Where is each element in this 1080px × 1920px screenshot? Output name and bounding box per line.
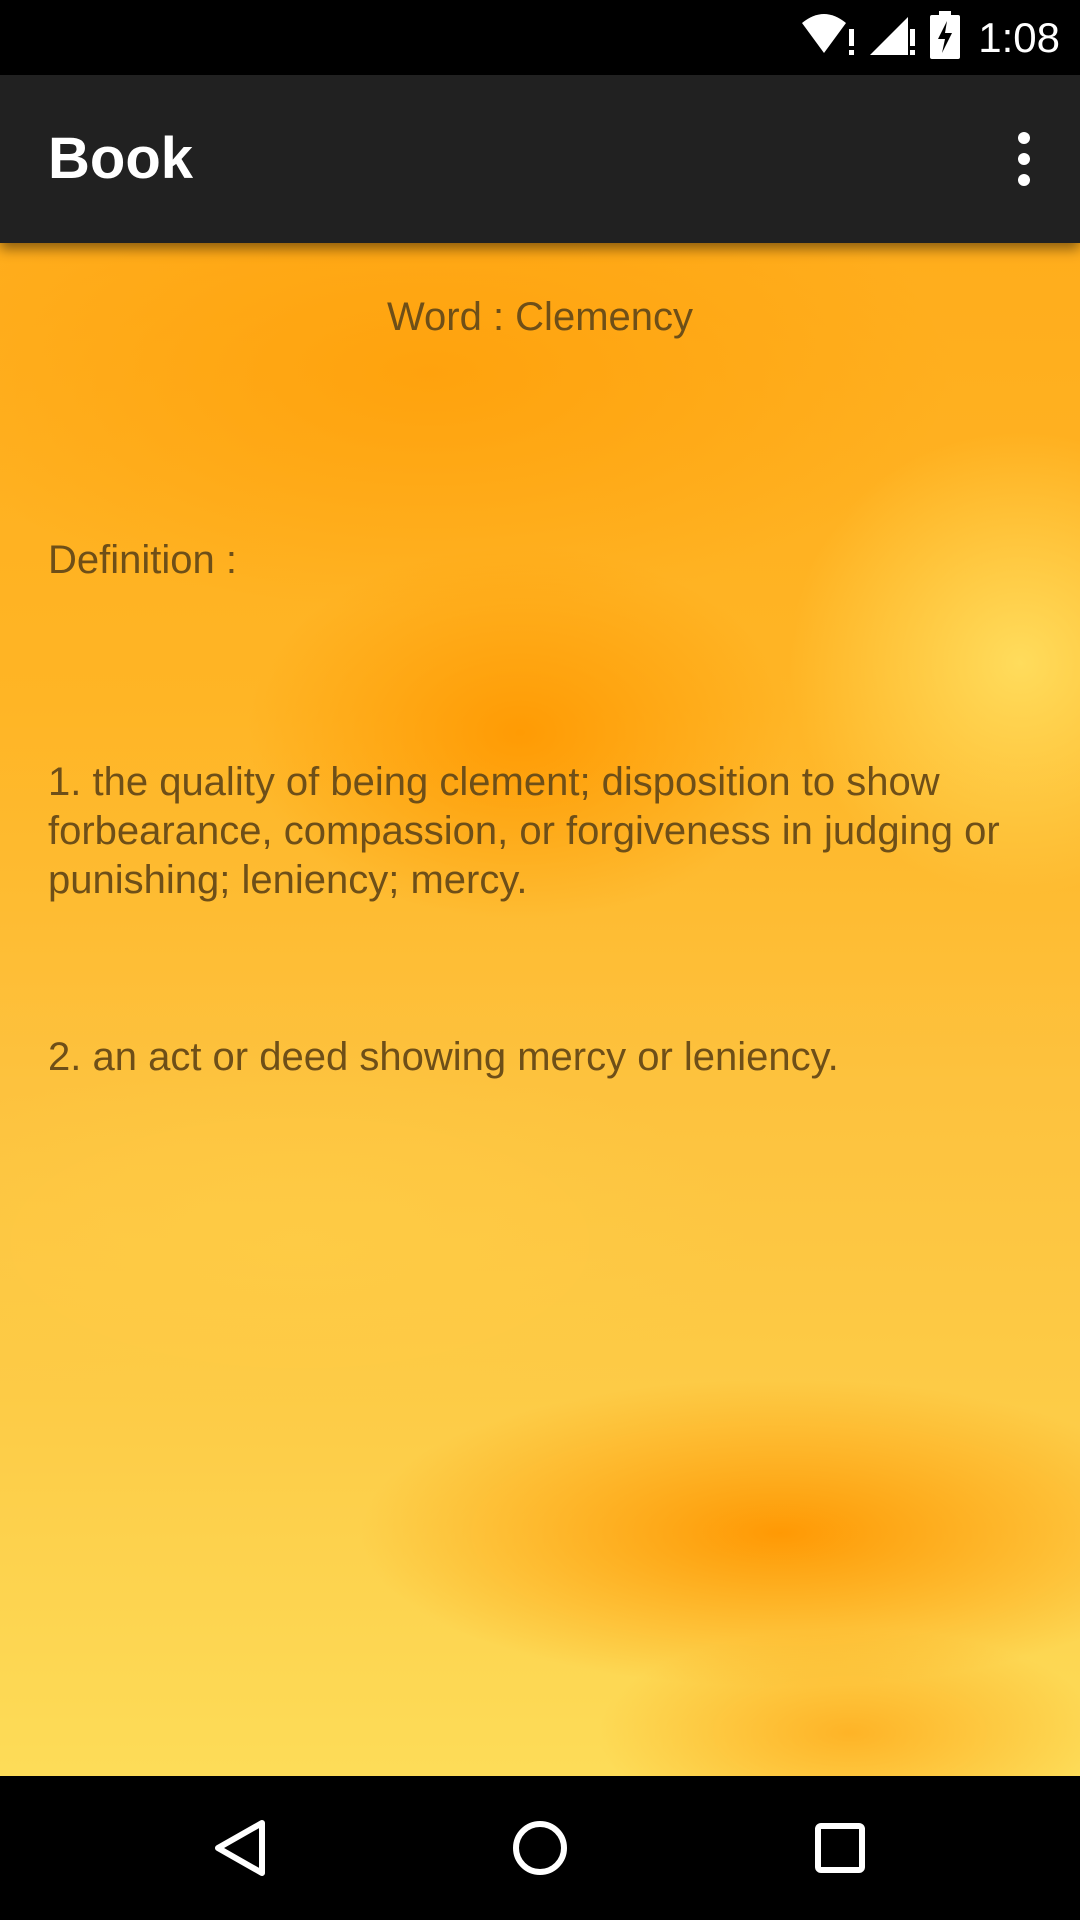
definition-item: 1. the quality of being clement; disposi… <box>48 760 1000 902</box>
wifi-alert-icon <box>802 13 856 62</box>
word-title: Word : Clemency <box>386 295 693 339</box>
more-vert-icon[interactable] <box>992 117 1056 201</box>
status-bar: 1:08 <box>0 0 1080 75</box>
menu-dot <box>1018 153 1030 165</box>
navigation-bar <box>0 1776 1080 1920</box>
back-icon[interactable] <box>200 1808 280 1888</box>
app-title: Book <box>48 126 193 191</box>
menu-dot <box>1018 132 1030 144</box>
screen: 1:08 Book Word : Clemency Definition : 1… <box>0 0 1080 1920</box>
recents-icon[interactable] <box>800 1808 880 1888</box>
app-bar: Book <box>0 75 1080 243</box>
status-time: 1:08 <box>978 13 1060 61</box>
signal-alert-icon <box>870 13 916 62</box>
menu-dot <box>1018 174 1030 186</box>
home-icon[interactable] <box>500 1808 580 1888</box>
definition-item: 2. an act or deed showing mercy or lenie… <box>48 1035 839 1079</box>
battery-charging-icon <box>930 11 961 64</box>
status-icons: 1:08 <box>802 0 1060 75</box>
definition-label: Definition : <box>48 538 237 582</box>
word-detail-content: Word : Clemency Definition : 1. the qual… <box>0 243 1080 1776</box>
